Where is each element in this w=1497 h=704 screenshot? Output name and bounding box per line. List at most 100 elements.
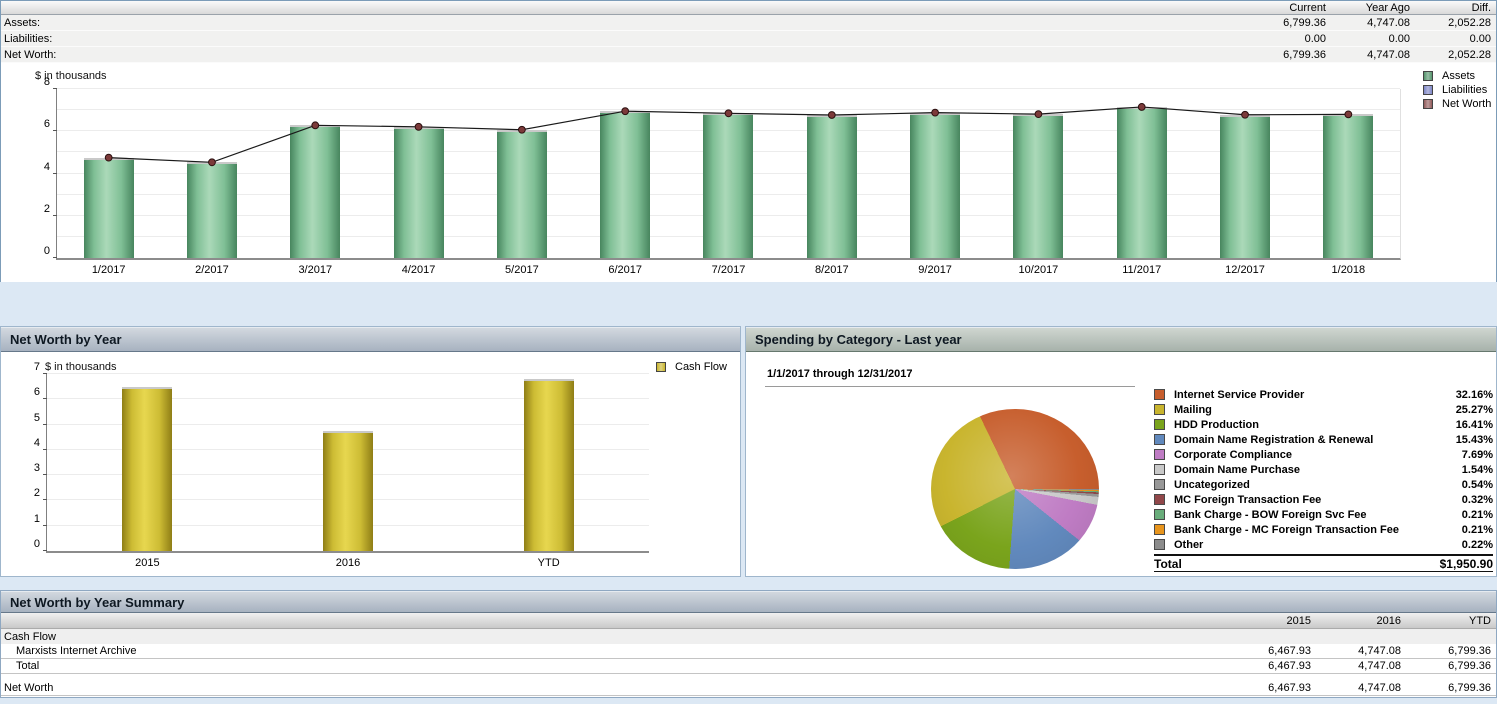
category-percent: 0.21%	[1462, 509, 1493, 521]
spending-legend-item: Mailing25.27%	[1154, 402, 1493, 417]
y-tick-label: 8	[44, 76, 50, 88]
bar-slot	[448, 374, 649, 551]
summary-col-header: 2015	[1221, 615, 1311, 627]
summary-col-header: Year Ago	[1326, 2, 1410, 14]
net-worth-point	[1345, 111, 1352, 118]
category-percent: 15.43%	[1456, 434, 1493, 446]
summary-row: Assets:6,799.364,747.082,052.28	[1, 15, 1496, 31]
category-label: Domain Name Registration & Renewal	[1174, 434, 1456, 446]
summary-rows: Cash Flow Marxists Internet Archive6,467.…	[1, 629, 1496, 696]
legend-label: Assets	[1442, 70, 1475, 82]
net-worth-point	[1242, 111, 1249, 118]
y-tick-label: 2	[44, 203, 50, 215]
x-tick-label: 11/2017	[1122, 264, 1161, 276]
spending-legend-item: MC Foreign Transaction Fee0.32%	[1154, 492, 1493, 507]
summary-row-value: 4,747.08	[1311, 645, 1401, 657]
category-swatch	[1154, 449, 1165, 460]
category-label: Domain Name Purchase	[1174, 464, 1462, 476]
x-tick-label: 3/2017	[298, 264, 332, 276]
x-tick-label: 2/2017	[195, 264, 229, 276]
summary-table: Assets:6,799.364,747.082,052.28Liabiliti…	[1, 15, 1496, 63]
spending-legend-item: HDD Production16.41%	[1154, 417, 1493, 432]
summary-row-label: Marxists Internet Archive	[1, 645, 1221, 657]
category-swatch	[1154, 539, 1165, 550]
pie-sheen-overlay	[931, 409, 1099, 569]
summary-row-value: 2,052.28	[1410, 17, 1496, 29]
category-percent: 16.41%	[1456, 419, 1493, 431]
legend-item: Net Worth	[1423, 97, 1491, 111]
net-worth-report-section: CurrentYear AgoDiff. Assets:6,799.364,74…	[0, 0, 1497, 282]
cash-flow-bar	[323, 431, 373, 551]
category-swatch	[1154, 434, 1165, 445]
legend-label: Cash Flow	[675, 361, 727, 373]
yearly-chart-plot-area: 0123456720152016YTD	[46, 374, 649, 553]
summary-row-value: 4,747.08	[1326, 17, 1410, 29]
report-date-range: 1/1/2017 through 12/31/2017	[765, 364, 1135, 387]
summary-row: Liabilities:0.000.000.00	[1, 31, 1496, 47]
net-worth-point	[312, 122, 319, 129]
bar-slot	[248, 374, 449, 551]
monthly-chart-plot-area: 024681/20172/20173/20174/20175/20176/201…	[56, 89, 1401, 260]
x-tick-label: 10/2017	[1019, 264, 1059, 276]
spending-legend-item: Corporate Compliance7.69%	[1154, 447, 1493, 462]
spending-by-category-panel: Spending by Category - Last year 1/1/201…	[745, 326, 1497, 577]
category-swatch	[1154, 524, 1165, 535]
category-swatch	[1154, 509, 1165, 520]
category-swatch	[1154, 479, 1165, 490]
yearly-chart-legend: Cash Flow	[656, 360, 727, 374]
net-worth-by-year-panel: Net Worth by Year $ in thousands 0123456…	[0, 326, 741, 577]
summary-table-row: Net Worth6,467.934,747.086,799.36	[1, 681, 1496, 696]
y-tick-label: 4	[44, 161, 50, 173]
y-tick-label: 1	[34, 513, 40, 525]
net-worth-by-year-body: $ in thousands 0123456720152016YTD Cash …	[1, 352, 740, 577]
x-tick-label: 2016	[336, 557, 360, 569]
category-label: Bank Charge - BOW Foreign Svc Fee	[1174, 509, 1462, 521]
category-swatch	[1154, 389, 1165, 400]
spending-legend-item: Other0.22%	[1154, 537, 1493, 552]
summary-row-label: Cash Flow	[1, 631, 1221, 643]
legend-item: Liabilities	[1423, 83, 1491, 97]
summary-row-value: 6,467.93	[1221, 645, 1311, 657]
y-tick-label: 6	[34, 386, 40, 398]
category-percent: 32.16%	[1456, 389, 1493, 401]
net-worth-point	[932, 109, 939, 116]
spending-legend-item: Bank Charge - MC Foreign Transaction Fee…	[1154, 522, 1493, 537]
spending-legend-item: Internet Service Provider32.16%	[1154, 387, 1493, 402]
summary-row-value: 6,799.36	[1242, 17, 1326, 29]
summary-table-row: Cash Flow	[1, 629, 1496, 644]
category-label: Bank Charge - MC Foreign Transaction Fee	[1174, 524, 1462, 536]
category-percent: 0.32%	[1462, 494, 1493, 506]
net-worth-point	[415, 123, 422, 130]
category-percent: 25.27%	[1456, 404, 1493, 416]
liabilities-swatch	[1423, 85, 1433, 95]
legend-label: Net Worth	[1442, 98, 1491, 110]
spending-legend-item: Uncategorized0.54%	[1154, 477, 1493, 492]
x-tick-label: YTD	[538, 557, 560, 569]
y-tick-label: 5	[34, 412, 40, 424]
y-tick-label: 4	[34, 437, 40, 449]
summary-row-label: Assets:	[1, 17, 1242, 29]
spending-pie-chart	[931, 409, 1099, 569]
summary-row-label: Total	[1, 660, 1221, 672]
category-label: Mailing	[1174, 404, 1456, 416]
net-worth-point	[518, 126, 525, 133]
summary-row-value: 2,052.28	[1410, 49, 1496, 61]
summary-col-header: YTD	[1401, 615, 1496, 627]
category-percent: 1.54%	[1462, 464, 1493, 476]
summary-row-value: 0.00	[1242, 33, 1326, 45]
spending-legend-item: Bank Charge - BOW Foreign Svc Fee0.21%	[1154, 507, 1493, 522]
category-label: HDD Production	[1174, 419, 1456, 431]
y-tick-label: 7	[34, 361, 40, 373]
category-swatch	[1154, 464, 1165, 475]
net-worth-point	[828, 112, 835, 119]
category-percent: 7.69%	[1462, 449, 1493, 461]
category-percent: 0.22%	[1462, 539, 1493, 551]
category-percent: 0.54%	[1462, 479, 1493, 491]
summary-row-label: Net Worth:	[1, 49, 1242, 61]
summary-row-label: Liabilities:	[1, 33, 1242, 45]
category-swatch	[1154, 419, 1165, 430]
summary-row-value: 0.00	[1410, 33, 1496, 45]
x-tick-label: 2015	[135, 557, 159, 569]
summary-row-value: 6,799.36	[1401, 645, 1496, 657]
x-tick-label: 1/2017	[92, 264, 126, 276]
